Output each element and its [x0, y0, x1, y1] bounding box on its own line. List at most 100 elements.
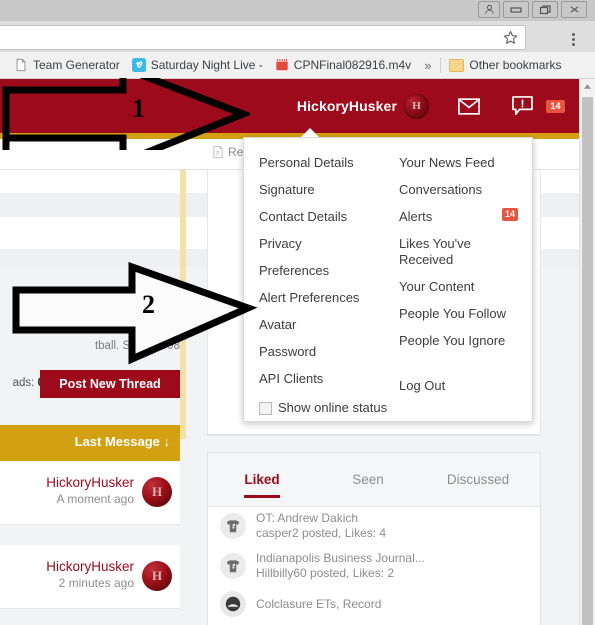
threads-count: ads: 0	[0, 377, 44, 389]
tab-label: Seen	[352, 472, 384, 487]
thread-user[interactable]: HickoryHusker	[46, 474, 134, 491]
address-bar[interactable]	[0, 25, 526, 50]
activity-tabs: Liked Seen Discussed	[208, 453, 540, 507]
screenshot-root: Team Generator Saturday Night Live - CPN…	[0, 0, 595, 625]
tab-liked[interactable]: Liked	[208, 453, 316, 506]
list-item[interactable]: Colclasure ETs, Record	[208, 586, 540, 622]
show-online-status-label: Show online status	[278, 400, 388, 415]
menu-item-avatar[interactable]: Avatar	[259, 312, 399, 339]
threads-count-label: ads:	[12, 377, 35, 389]
alert-count-badge[interactable]: 14	[546, 99, 565, 113]
list-item-text: Colclasure ETs, Record	[256, 597, 381, 612]
star-icon[interactable]	[502, 29, 519, 46]
menu-item-preferences[interactable]: Preferences	[259, 258, 399, 285]
list-item-title: Indianapolis Business Journal...	[256, 551, 425, 565]
avatar[interactable]: H	[142, 561, 172, 591]
bookmark-cpnfinal[interactable]: CPNFinal082916.m4v	[269, 54, 417, 76]
kebab-menu-icon[interactable]	[572, 33, 576, 46]
site-tagline: tball. Since 1998	[94, 340, 180, 352]
thread-toolbar-label: Re	[228, 145, 244, 159]
bookmarks-overflow-button[interactable]: »	[417, 58, 438, 73]
tab-discussed[interactable]: Discussed	[420, 453, 536, 506]
menu-item-label: Alerts	[399, 209, 433, 224]
alerts-badge: 14	[501, 208, 518, 221]
account-dropdown-menu: Personal Details Signature Contact Detai…	[243, 137, 533, 422]
scrollbar-thumb[interactable]	[582, 97, 593, 625]
activity-card: Liked Seen Discussed OT: Andrew Dakich c…	[207, 452, 541, 625]
minimize-icon[interactable]	[503, 1, 529, 18]
site-header: HickoryHusker H 14	[0, 79, 580, 133]
menu-item-your-content[interactable]: Your Content	[399, 274, 532, 301]
menu-item-people-you-ignore[interactable]: People You Ignore	[399, 328, 532, 355]
header-account-area: HickoryHusker H 14	[297, 79, 565, 133]
sort-bar[interactable]: Last Message ↓	[0, 425, 180, 461]
account-username[interactable]: HickoryHusker	[297, 98, 397, 114]
maximize-icon[interactable]	[532, 1, 558, 18]
menu-item-log-out[interactable]: Log Out	[399, 373, 532, 400]
dropdown-left-column: Personal Details Signature Contact Detai…	[244, 150, 399, 416]
tab-label: Discussed	[446, 472, 510, 487]
avatar[interactable]: H	[404, 93, 429, 119]
thread-time: A moment ago	[56, 492, 134, 506]
gold-edge-strip	[180, 139, 186, 439]
menu-item-alert-preferences[interactable]: Alert Preferences	[259, 285, 399, 312]
other-bookmarks-label: Other bookmarks	[469, 58, 562, 72]
person-icon[interactable]	[478, 1, 500, 18]
menu-item-personal-details[interactable]: Personal Details	[259, 150, 399, 177]
list-item-text: Indianapolis Business Journal... Hillbil…	[256, 551, 425, 581]
page-scrollbar[interactable]	[579, 79, 595, 625]
thread-toolbar-item[interactable]: Re	[212, 145, 243, 159]
video-file-icon	[275, 58, 289, 72]
avatar[interactable]: H	[142, 477, 172, 507]
tshirt-icon	[220, 553, 246, 579]
scroll-up-arrow-icon[interactable]	[580, 79, 595, 94]
thread-time: 2 minutes ago	[58, 576, 134, 590]
alert-icon[interactable]	[509, 93, 535, 119]
list-item-text: OT: Andrew Dakich casper2 posted, Likes:…	[256, 511, 386, 541]
folder-icon	[449, 58, 465, 72]
close-icon[interactable]	[561, 1, 587, 18]
other-bookmarks-folder[interactable]: Other bookmarks	[443, 54, 567, 76]
show-online-status-row[interactable]: Show online status	[259, 393, 399, 416]
bookmarks-bar: Team Generator Saturday Night Live - CPN…	[0, 52, 595, 79]
bookmark-label: CPNFinal082916.m4v	[293, 58, 412, 72]
table-row[interactable]: HickoryHusker A moment ago H	[0, 461, 180, 525]
card-divider	[207, 434, 539, 435]
annotation-number-1: 1	[132, 94, 145, 123]
checkbox-icon[interactable]	[259, 402, 272, 415]
tab-seen[interactable]: Seen	[316, 453, 420, 506]
list-item-subtitle: casper2 posted, Likes: 4	[256, 526, 387, 540]
table-row[interactable]: HickoryHusker 2 minutes ago H	[0, 545, 180, 609]
omnibox-row	[0, 21, 595, 52]
envelope-icon[interactable]	[456, 93, 482, 119]
menu-item-contact-details[interactable]: Contact Details	[259, 204, 399, 231]
list-item[interactable]: Indianapolis Business Journal... Hillbil…	[208, 546, 540, 586]
menu-item-api-clients[interactable]: API Clients	[259, 366, 399, 393]
list-item-title: Colclasure ETs, Record	[256, 596, 382, 611]
menu-item-signature[interactable]: Signature	[259, 177, 399, 204]
dropdown-spacer	[399, 355, 532, 373]
dropdown-right-column: Your News Feed Conversations Alerts 14 L…	[399, 150, 532, 416]
list-item[interactable]: OT: Andrew Dakich casper2 posted, Likes:…	[208, 506, 540, 546]
thread-meta: HickoryHusker A moment ago	[46, 474, 134, 507]
thread-user[interactable]: HickoryHusker	[46, 558, 134, 575]
vimeo-icon	[131, 58, 146, 72]
bookmark-label: Team Generator	[33, 58, 120, 72]
menu-item-conversations[interactable]: Conversations	[399, 177, 532, 204]
bookmark-team-generator[interactable]: Team Generator	[8, 54, 126, 76]
bookmark-label: Saturday Night Live -	[150, 58, 263, 72]
menu-item-your-news-feed[interactable]: Your News Feed	[399, 150, 532, 177]
post-new-thread-button[interactable]: Post New Thread	[40, 370, 180, 398]
menu-item-password[interactable]: Password	[259, 339, 399, 366]
menu-item-alerts[interactable]: Alerts 14	[399, 204, 532, 231]
menu-item-people-you-follow[interactable]: People You Follow	[399, 301, 532, 328]
menu-item-likes-youve-received[interactable]: Likes You've Received	[399, 231, 495, 274]
menu-item-privacy[interactable]: Privacy	[259, 231, 399, 258]
browser-titlebar	[0, 0, 595, 22]
dropdown-columns: Personal Details Signature Contact Detai…	[244, 138, 532, 416]
tab-label: Liked	[244, 472, 280, 487]
avatar-icon	[220, 591, 246, 617]
sort-last-message-label: Last Message ↓	[74, 434, 170, 449]
bookmark-saturday-night-live[interactable]: Saturday Night Live -	[126, 54, 269, 76]
bookmarks-divider	[440, 57, 442, 73]
